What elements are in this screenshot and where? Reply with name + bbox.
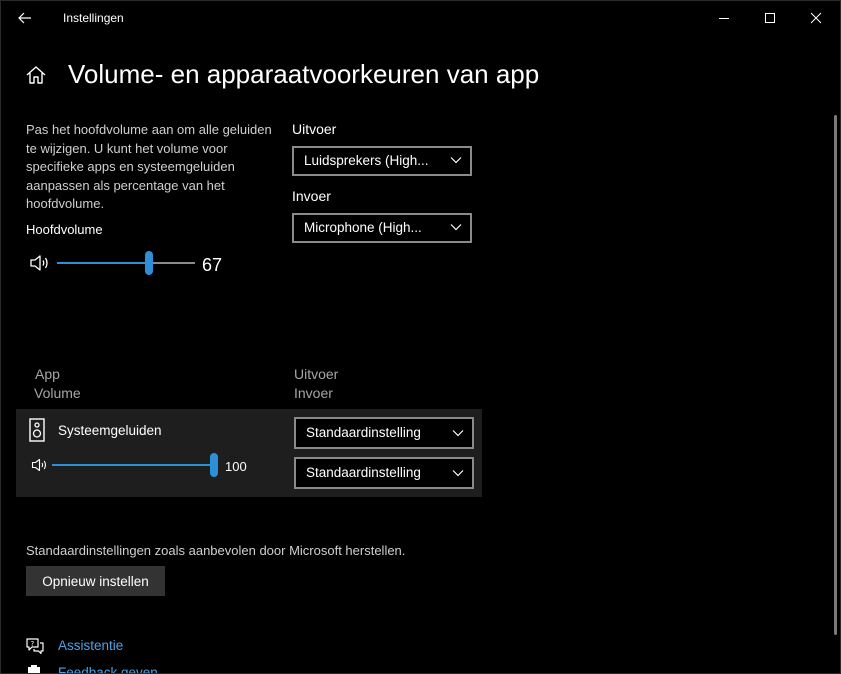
master-volume-description: Pas het hoofdvolume aan om alle geluiden… <box>26 122 272 211</box>
app-volume-slider[interactable] <box>52 464 214 466</box>
reset-button[interactable]: Opnieuw instellen <box>26 566 165 596</box>
input-device-dropdown[interactable]: Microphone (High... <box>292 213 472 243</box>
scrollbar[interactable] <box>834 115 837 635</box>
title-bar: Instellingen <box>1 1 840 35</box>
master-volume-fill <box>57 262 150 264</box>
output-device-label: Uitvoer <box>292 121 337 137</box>
app-output-value: Standaardinstelling <box>306 425 421 440</box>
minimize-button[interactable] <box>701 1 747 35</box>
app-volume-value: 100 <box>225 459 247 474</box>
chevron-down-icon <box>452 470 464 477</box>
close-button[interactable] <box>793 1 839 35</box>
back-arrow-icon <box>18 12 31 24</box>
home-icon[interactable] <box>25 64 47 86</box>
speaker-icon[interactable] <box>29 253 51 273</box>
column-header-app: App <box>35 366 60 382</box>
column-header-input: Invoer <box>294 385 333 401</box>
master-volume-thumb[interactable] <box>145 251 154 275</box>
maximize-button[interactable] <box>747 1 793 35</box>
column-header-volume: Volume <box>34 385 81 401</box>
output-device-dropdown[interactable]: Luidsprekers (High... <box>292 146 472 176</box>
chevron-down-icon <box>452 430 464 437</box>
page-title: Volume- en apparaatvoorkeuren van app <box>68 59 540 89</box>
reset-description: Standaardinstellingen zoals aanbevolen d… <box>26 543 406 558</box>
app-output-dropdown[interactable]: Standaardinstelling <box>294 417 474 449</box>
close-icon <box>810 12 822 24</box>
column-header-output: Uitvoer <box>294 366 339 382</box>
help-chat-icon: ? <box>26 638 44 655</box>
svg-text:?: ? <box>31 640 35 648</box>
app-title: Instellingen <box>63 11 124 25</box>
input-device-label: Invoer <box>292 188 331 204</box>
back-button[interactable] <box>11 5 39 31</box>
app-volume-thumb[interactable] <box>210 453 218 477</box>
master-volume-value: 67 <box>202 255 223 275</box>
speaker-device-icon <box>29 418 45 442</box>
feedback-icon <box>28 665 40 673</box>
output-device-value: Luidsprekers (High... <box>304 153 429 168</box>
master-volume-slider[interactable] <box>57 262 195 264</box>
help-link[interactable]: Assistentie <box>58 638 123 653</box>
minimize-icon <box>719 18 729 19</box>
chevron-down-icon <box>450 224 462 231</box>
settings-window: Instellingen Volume- en apparaatvoorkeur… <box>0 0 841 674</box>
maximize-icon <box>765 13 775 23</box>
master-volume-label: Hoofdvolume <box>26 222 103 237</box>
app-row-system-sounds: Systeemgeluiden 100 Standaardinstelling … <box>16 409 482 497</box>
chevron-down-icon <box>450 157 462 164</box>
app-input-dropdown[interactable]: Standaardinstelling <box>294 457 474 489</box>
app-volume-fill <box>52 464 214 466</box>
feedback-link[interactable]: Feedback geven <box>58 665 158 673</box>
app-input-value: Standaardinstelling <box>306 465 421 480</box>
input-device-value: Microphone (High... <box>304 220 422 235</box>
app-name: Systeemgeluiden <box>58 423 162 438</box>
speaker-icon[interactable] <box>31 457 49 473</box>
